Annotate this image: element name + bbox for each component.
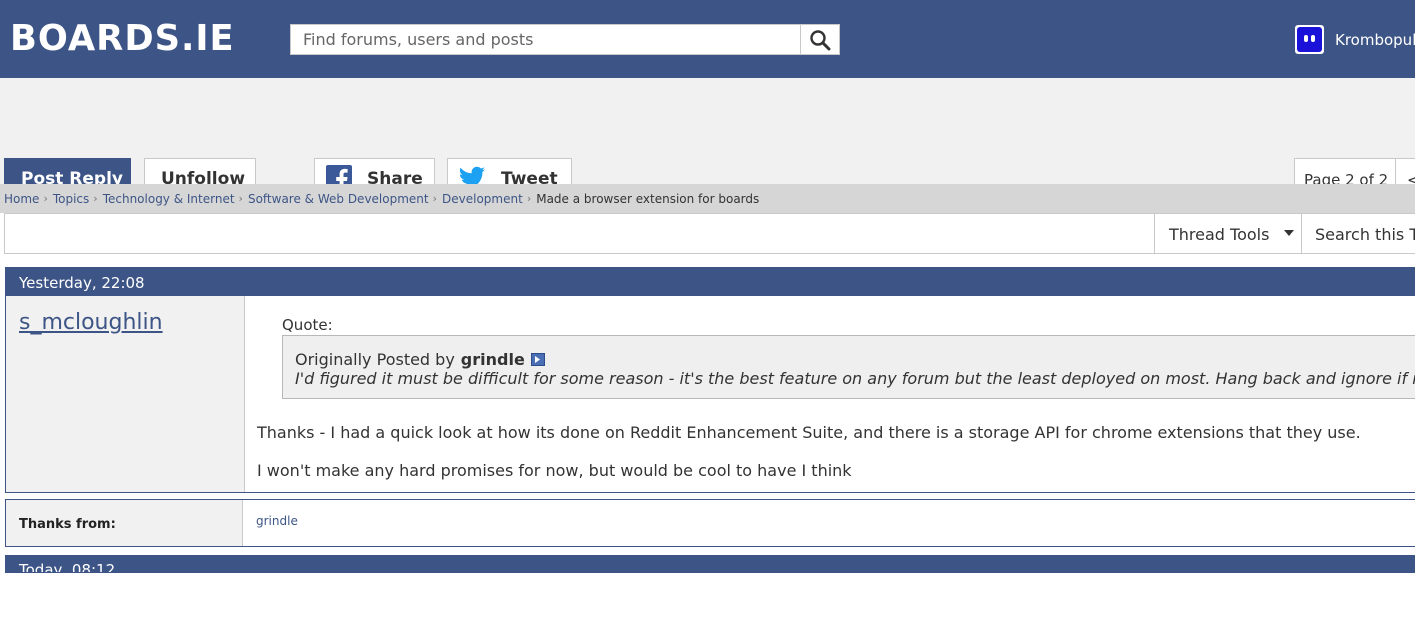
- username[interactable]: Krombopulos: [1335, 31, 1415, 49]
- breadcrumb-item-development[interactable]: Development: [442, 192, 523, 206]
- prev-page-label: <: [1407, 171, 1415, 184]
- user-menu[interactable]: Krombopulos: [1295, 24, 1415, 55]
- search-button[interactable]: [800, 25, 839, 54]
- share-label: Share: [367, 169, 423, 184]
- post-user-pane: s_mcloughlin: [6, 296, 245, 492]
- search-icon: [810, 29, 831, 50]
- breadcrumb-item-topics[interactable]: Topics: [53, 192, 89, 206]
- quote-block: Originally Posted by grindle I'd figured…: [282, 335, 1415, 399]
- thread-toolbar: Thread Tools Search this Thread: [4, 213, 1415, 254]
- top-header: BOARDS.IE Krombopulos: [0, 0, 1415, 78]
- post-timestamp: Yesterday, 22:08: [19, 274, 145, 292]
- post-header: Yesterday, 22:08: [6, 268, 1415, 296]
- quote-text: I'd figured it must be difficult for som…: [295, 369, 1415, 388]
- caret-down-icon: [1284, 230, 1294, 236]
- post-paragraph: I won't make any hard promises for now, …: [257, 461, 852, 480]
- thanks-label: Thanks from:: [19, 517, 116, 532]
- avatar[interactable]: [1295, 25, 1324, 54]
- quote-prefix: Originally Posted by: [295, 350, 455, 369]
- breadcrumb-item-software[interactable]: Software & Web Development: [248, 192, 429, 206]
- page-indicator: Page 2 of 2: [1304, 171, 1389, 184]
- page: BOARDS.IE Krombopulos Post Reply Unfollo…: [0, 0, 1415, 630]
- breadcrumb-trail: Home › Topics › Technology & Internet › Sof…: [4, 192, 760, 206]
- site-logo[interactable]: BOARDS.IE: [10, 21, 235, 57]
- thread-tools-label: Thread Tools: [1169, 225, 1270, 244]
- twitter-icon: [459, 166, 485, 184]
- unfollow-button[interactable]: Unfollow: [144, 158, 256, 184]
- breadcrumb: Home › Topics › Technology & Internet › Sof…: [0, 184, 1415, 213]
- search-input[interactable]: [291, 25, 801, 54]
- next-post-timestamp: Today, 08:12: [19, 561, 116, 573]
- view-post-arrow-icon[interactable]: [530, 353, 545, 366]
- quote-attribution: Originally Posted by grindle: [295, 350, 545, 369]
- unfollow-label: Unfollow: [161, 169, 246, 184]
- next-post-header: Today, 08:12: [5, 555, 1415, 573]
- breadcrumb-item-technology[interactable]: Technology & Internet: [103, 192, 235, 206]
- post-paragraph: Thanks - I had a quick look at how its d…: [257, 423, 1361, 442]
- post-username[interactable]: s_mcloughlin: [19, 310, 163, 335]
- post-reply-button[interactable]: Post Reply: [4, 158, 131, 184]
- quote-label: Quote:: [282, 316, 333, 334]
- breadcrumb-current: Made a browser extension for boards: [536, 192, 760, 206]
- facebook-icon: [326, 165, 352, 184]
- share-button[interactable]: Share: [314, 158, 435, 184]
- pagination: Page 2 of 2 <: [1294, 158, 1415, 184]
- breadcrumb-item-home[interactable]: Home: [4, 192, 39, 206]
- thanks-box: Thanks from: grindle: [5, 499, 1415, 547]
- search-box: [290, 24, 840, 55]
- tweet-button[interactable]: Tweet: [447, 158, 572, 184]
- post: Yesterday, 22:08 s_mcloughlin Quote: Ori…: [5, 267, 1415, 493]
- quote-author: grindle: [460, 350, 525, 369]
- post-reply-label: Post Reply: [21, 169, 123, 184]
- thread-tools-menu[interactable]: Thread Tools: [1154, 214, 1301, 254]
- thanks-user[interactable]: grindle: [256, 514, 298, 528]
- thanks-label-cell: Thanks from:: [6, 500, 243, 546]
- search-thread-menu[interactable]: Search this Thread: [1301, 214, 1415, 254]
- search-thread-label: Search this Thread: [1315, 225, 1415, 244]
- tweet-label: Tweet: [501, 169, 558, 184]
- prev-page-button[interactable]: <: [1395, 159, 1415, 184]
